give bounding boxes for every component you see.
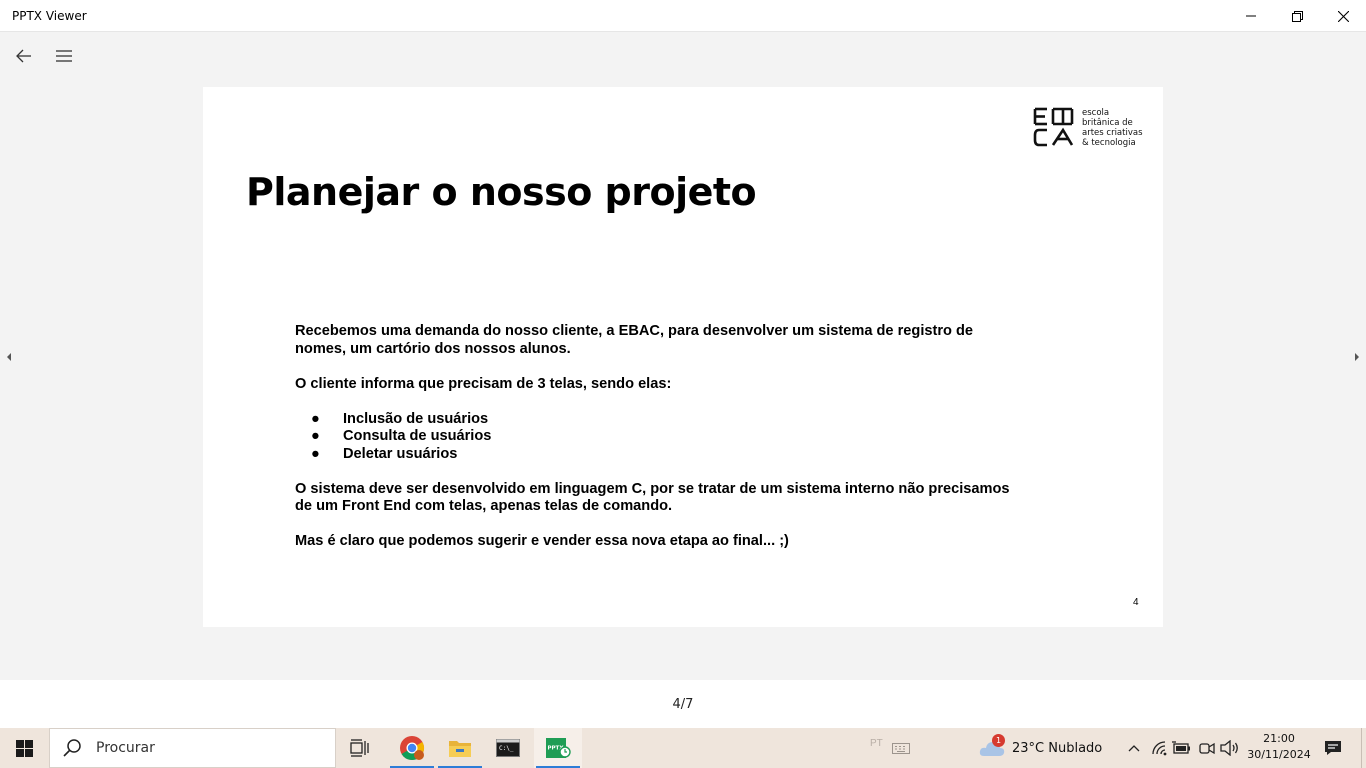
chevron-up-icon [1128,745,1140,752]
paragraph-3-line-1: O sistema deve ser desenvolvido em lingu… [295,480,1010,497]
slide-title: Planejar o nosso projeto [246,170,757,214]
slide-canvas: escola britânica de artes criativas & te… [0,79,1366,680]
title-bar: PPTX Viewer [0,0,1366,32]
weather-text: 23°C Nublado [1012,740,1103,756]
list-item: ● Deletar usuários [311,445,458,462]
list-item: ● Consulta de usuários [311,428,492,444]
file-explorer-icon [449,741,471,757]
pptx-viewer-icon: PPTX [546,738,571,758]
show-desktop-button[interactable] [1361,728,1366,768]
window-title: PPTX Viewer [12,9,87,23]
paragraph-2: O cliente informa que precisam de 3 tela… [295,375,672,392]
close-icon [1337,10,1349,22]
previous-slide-button[interactable] [3,351,15,363]
search-placeholder: Procurar [96,740,155,756]
volume-icon[interactable] [1220,738,1240,758]
paragraph-4: Mas é claro que podemos sugerir e vender… [295,533,789,549]
cloud-icon: 1 [978,734,1006,762]
logo-text: escola britânica de artes criativas & te… [1082,108,1143,148]
page-indicator-bar: 4/7 [0,680,1366,728]
bullet-list: ● Inclusão de usuários ● Consulta de usuár… [295,411,1035,464]
slide-body: Recebemos uma demanda do nosso cliente, … [295,323,1035,551]
notification-icon [1325,741,1341,755]
network-icon[interactable] [1150,738,1170,758]
task-view-button[interactable] [338,728,382,768]
show-hidden-icons-button[interactable] [1124,738,1144,758]
keyboard-icon[interactable] [891,738,911,758]
windows-logo-icon [15,739,33,757]
next-slide-button[interactable] [1351,351,1363,363]
back-button[interactable] [6,38,42,74]
list-item: ● Inclusão de usuários [311,410,489,427]
paragraph-3-line-2: de um Front End com telas, apenas telas … [295,498,673,514]
taskbar-app-command-prompt[interactable]: C:\_ [484,728,532,768]
slide-number: 4 [1133,597,1139,608]
menu-button[interactable] [46,38,82,74]
chrome-icon [400,736,425,761]
slide: escola britânica de artes criativas & te… [203,87,1163,627]
task-view-icon [350,739,369,757]
clock-time: 21:00 [1263,732,1295,745]
bullet-icon: ● [311,410,320,427]
bullet-icon: ● [311,445,320,462]
close-button[interactable] [1320,0,1366,32]
minimize-button[interactable] [1228,0,1274,32]
restore-button[interactable] [1274,0,1320,32]
taskbar-clock[interactable]: 21:00 30/11/2024 [1244,731,1314,763]
taskbar-search-box[interactable]: Procurar [49,728,336,768]
caret-left-icon [7,353,11,361]
bullet-icon: ● [311,428,320,444]
start-button[interactable] [0,728,48,768]
battery-icon[interactable] [1172,738,1192,758]
ebac-logo-mark-icon [1033,107,1074,147]
paragraph-1-line-2: nomes, um cartório dos nossos alunos. [295,340,571,357]
ebac-logo: escola britânica de artes criativas & te… [1033,107,1145,149]
search-icon [63,739,81,757]
taskbar: Procurar C:\_ PPTX PT 1 23°C Nublado 21:… [0,728,1366,768]
app-toolbar [0,33,1366,79]
page-indicator: 4/7 [672,697,694,712]
meet-now-icon[interactable] [1197,738,1217,758]
svg-text:C:\_: C:\_ [499,745,514,752]
notification-center-button[interactable] [1320,738,1346,758]
caret-right-icon [1355,353,1359,361]
weather-badge: 1 [992,734,1005,747]
weather-widget[interactable]: 1 23°C Nublado [978,728,1102,768]
restore-icon [1291,10,1303,22]
clock-date: 30/11/2024 [1247,748,1311,761]
hamburger-menu-icon [56,50,72,62]
command-prompt-icon: C:\_ [496,739,520,757]
minimize-icon [1246,15,1256,17]
tray-faint-label: PT [870,738,883,749]
taskbar-app-pptx-viewer[interactable]: PPTX [534,728,582,768]
taskbar-app-chrome[interactable] [388,728,436,768]
taskbar-app-file-explorer[interactable] [436,728,484,768]
back-arrow-icon [16,49,31,63]
paragraph-1-line-1: Recebemos uma demanda do nosso cliente, … [295,323,974,339]
